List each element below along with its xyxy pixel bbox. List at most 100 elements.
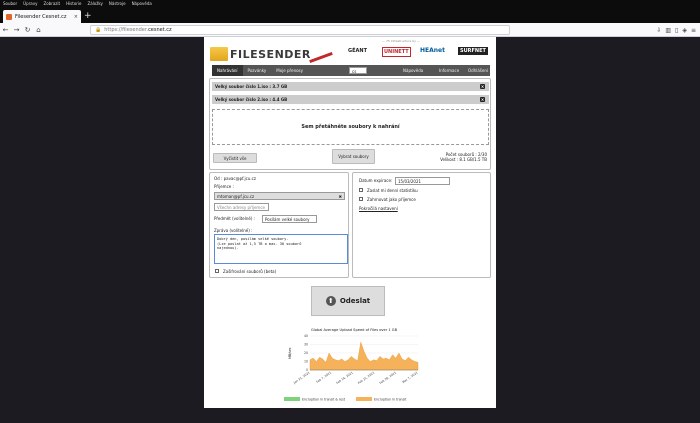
menu-help-link[interactable]: Nápověda	[398, 65, 428, 76]
drop-zone-text: Sem přetáhněte soubory k nahrání	[301, 124, 400, 130]
transfer-form-right: Datum expirace: 15/03/2021 Zaslat mi den…	[352, 172, 491, 278]
reload-icon[interactable]: ↻	[22, 23, 33, 37]
tab-title: Filesender Cesnet.cz	[15, 13, 67, 20]
legend-swatch	[356, 397, 372, 401]
filesender-page: FILESENDER — 75 Infrastructure by — GÉAN…	[204, 37, 496, 408]
encrypt-checkbox[interactable]	[215, 269, 219, 273]
include-recipient-checkbox[interactable]	[359, 197, 363, 201]
upload-counts: Počet souborů : 2/30 Velikost : 8.1 GB/1…	[440, 152, 487, 162]
legend-swatch	[284, 397, 300, 401]
library-icon[interactable]: ▥	[665, 27, 671, 34]
transfer-form-left: Od : pavac@pf.jcu.cz Příjemce : mtoman@p…	[209, 172, 349, 278]
expiry-label: Datum expirace:	[359, 178, 393, 183]
menu-bookmarks[interactable]: Záložky	[88, 0, 103, 8]
subject-label: Předmět (volitelné) :	[214, 216, 256, 221]
message-textarea[interactable]: Dobrý den, posílám velké soubory. (Lze p…	[214, 234, 348, 264]
daily-stats-checkbox[interactable]	[359, 188, 363, 192]
partners: — 75 Infrastructure by — GÉANT UNINETT H…	[346, 39, 492, 65]
menu-history[interactable]: Historie	[66, 0, 81, 8]
x-tick-label: Feb 7, 2021	[315, 370, 332, 383]
tab-filesender[interactable]: Filesender Cesnet.cz ×	[3, 10, 81, 23]
recipient-input[interactable]: Všechn adresy příjemce	[214, 203, 269, 211]
advanced-settings-link[interactable]: Pokročilá nastavení	[359, 206, 398, 211]
send-button[interactable]: ⬆ Odeslat	[311, 286, 385, 316]
new-tab-button[interactable]: +	[84, 11, 92, 21]
menu-edit[interactable]: Úpravy	[23, 0, 37, 8]
remove-file-icon[interactable]: ×	[480, 84, 485, 89]
lock-icon: 🔒	[95, 27, 102, 33]
downloads-icon[interactable]: ⇩	[656, 27, 661, 34]
toolbar-right: ⇩ ▥ ▯ ◈ ≡	[656, 23, 696, 37]
file-name: Velký soubor číslo 1.iso : 3.7 GB	[215, 84, 288, 89]
filesender-logo[interactable]: FILESENDER	[210, 43, 333, 65]
menu-logout[interactable]: Odhlášení	[463, 65, 493, 76]
y-tick-label: 10	[304, 360, 308, 364]
menu-about[interactable]: Informace	[434, 65, 464, 76]
folder-logo-icon	[210, 47, 228, 61]
series-area-encryption-in-transit	[309, 341, 419, 371]
legend-label: Encryption in transit	[374, 397, 407, 401]
chart-title: Global Average Upload Speed of Files ove…	[311, 328, 398, 332]
x-tick-label: Feb 21, 2021	[357, 370, 375, 385]
close-tab-icon[interactable]: ×	[74, 14, 78, 20]
browser-window: Soubor Úpravy Zobrazit Historie Záložky …	[0, 0, 700, 423]
y-tick-label: 20	[304, 351, 308, 355]
select-files-button[interactable]: Vybrat soubory	[332, 149, 375, 164]
recipient-chip[interactable]: mtoman@pf.jcu.cz ✖	[214, 192, 345, 200]
menu-help[interactable]: Nápověda	[132, 0, 152, 8]
menu-view[interactable]: Zobrazit	[43, 0, 60, 8]
sidebar-icon[interactable]: ▯	[675, 27, 678, 34]
app-menubar: Soubor Úpravy Zobrazit Historie Záložky …	[0, 0, 700, 8]
expiry-input[interactable]: 15/03/2021	[395, 177, 450, 185]
home-icon[interactable]: ⌂	[33, 23, 44, 37]
message-label: Zpráva (volitelné) :	[214, 228, 253, 233]
send-label: Odeslat	[339, 297, 371, 305]
menu-my-transfers[interactable]: Moje přenosy	[271, 65, 308, 76]
menu-upload[interactable]: Nahrávání	[212, 65, 243, 76]
menu-invites[interactable]: Pozvánky	[243, 65, 272, 76]
recipient-email: mtoman@pf.jcu.cz	[217, 193, 255, 199]
supported-by-text: — 75 Infrastructure by —	[382, 39, 420, 43]
x-tick-label: Feb 14, 2021	[335, 370, 353, 385]
upload-icon: ⬆	[325, 296, 336, 306]
legend-label: Encryption in transit & rest	[302, 397, 346, 401]
remove-file-icon[interactable]: ×	[480, 97, 485, 102]
from-text: Od : pavac@pf.jcu.cz	[214, 176, 256, 181]
encrypt-label: Zašifrování souborů (beta)	[223, 269, 277, 274]
forward-icon[interactable]: →	[11, 23, 22, 37]
file-size: Velikost : 8.1 GB/1.5 TB	[440, 157, 487, 162]
x-tick-label: Mar 7, 2021	[401, 370, 418, 384]
daily-stats-label: Zaslat mi denní statistiku	[367, 188, 418, 193]
y-tick-label: 30	[304, 343, 308, 347]
recipients-label: Příjemce :	[214, 184, 234, 189]
remove-recipient-icon[interactable]: ✖	[339, 194, 342, 199]
partner-geant[interactable]: GÉANT	[348, 47, 367, 55]
language-select[interactable]: cs	[349, 67, 367, 74]
url-text: https://filesender.cesnet.cz	[104, 27, 172, 33]
favicon-icon	[6, 13, 12, 20]
y-tick-label: 40	[304, 334, 308, 338]
upload-box: Velký soubor číslo 1.iso : 3.7 GB × Velk…	[209, 78, 491, 170]
app-menu-icon[interactable]: ≡	[691, 27, 696, 34]
logo-swoosh	[309, 51, 333, 63]
chart-svg: Global Average Upload Speed of Files ove…	[284, 328, 419, 401]
file-name: Velký soubor číslo 2.iso : 4.4 GB	[215, 97, 288, 102]
menu-file[interactable]: Soubor	[3, 0, 17, 8]
extensions-icon[interactable]: ◈	[682, 27, 687, 34]
menu-tools[interactable]: Nástroje	[109, 0, 126, 8]
url-bar[interactable]: 🔒 https://filesender.cesnet.cz	[90, 25, 510, 35]
drop-zone[interactable]: Sem přetáhněte soubory k nahrání	[212, 109, 489, 145]
file-row: Velký soubor číslo 1.iso : 3.7 GB ×	[212, 82, 489, 91]
main-menu: Nahrávání Pozvánky Moje přenosy cs Nápov…	[212, 65, 490, 76]
subject-input[interactable]: Posílám velké soubory	[262, 215, 317, 223]
partner-heanet[interactable]: HEAnet	[420, 47, 445, 55]
nav-bar: ← → ↻ ⌂ 🔒 https://filesender.cesnet.cz ⇩…	[0, 23, 700, 37]
include-recipient-label: Zahrnovat jako příjemce	[367, 197, 416, 202]
upload-speed-chart: Global Average Upload Speed of Files ove…	[280, 324, 428, 404]
partner-uninett[interactable]: UNINETT	[382, 47, 411, 57]
partner-surfnet[interactable]: SURFNET	[458, 47, 488, 55]
logo-text: FILESENDER	[230, 47, 311, 61]
file-row: Velký soubor číslo 2.iso : 4.4 GB ×	[212, 95, 489, 104]
clear-all-button[interactable]: Vyčistit vše	[213, 153, 257, 163]
back-icon[interactable]: ←	[0, 23, 11, 37]
